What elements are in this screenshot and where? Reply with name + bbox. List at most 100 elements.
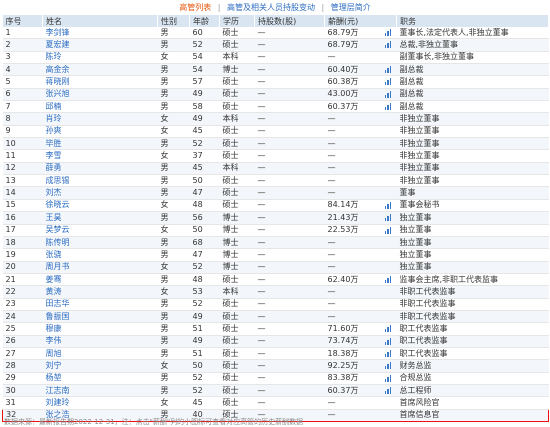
salary-chart-icon[interactable] bbox=[384, 90, 392, 98]
cell-name[interactable]: 王昊 bbox=[42, 211, 158, 225]
salary-chart-icon[interactable] bbox=[384, 337, 392, 345]
cell-name[interactable]: 黄涛 bbox=[42, 285, 158, 299]
cell-name[interactable]: 刘宁 bbox=[42, 359, 158, 373]
cell-index: 4 bbox=[2, 63, 43, 77]
cell-education: 硕士 bbox=[219, 186, 255, 200]
cell-name[interactable]: 成思锡 bbox=[42, 174, 158, 188]
cell-salary: — bbox=[324, 125, 397, 139]
cell-age: 50 bbox=[189, 224, 220, 237]
cell-name[interactable]: 李剑锋 bbox=[42, 27, 158, 40]
table-row: 12 薛勇男 45 本科 — — 非独立董事 bbox=[2, 162, 549, 176]
salary-chart-icon[interactable] bbox=[384, 41, 392, 49]
cell-name[interactable]: 周旭 bbox=[42, 347, 158, 361]
cell-education: 硕士 bbox=[219, 273, 255, 287]
cell-age: 52 bbox=[189, 38, 220, 52]
tab-management-intro[interactable]: 管理层简介 bbox=[331, 3, 371, 12]
cell-age: 68 bbox=[189, 236, 220, 250]
cell-position: 非职工代表监事 bbox=[396, 310, 549, 324]
cell-salary: 73.74万 bbox=[324, 335, 397, 348]
salary-chart-icon[interactable] bbox=[384, 386, 392, 394]
cell-position: 非职工代表监事 bbox=[396, 298, 549, 311]
cell-shares: — bbox=[254, 51, 325, 65]
tab-holding-changes[interactable]: 高管及相关人员持股变动 bbox=[227, 3, 315, 12]
cell-shares: — bbox=[254, 137, 325, 151]
cell-name[interactable]: 李伟 bbox=[42, 335, 158, 348]
cell-name[interactable]: 夏宏建 bbox=[42, 38, 158, 52]
cell-education: 本科 bbox=[219, 162, 255, 176]
cell-name[interactable]: 刘杰 bbox=[42, 186, 158, 200]
cell-salary: — bbox=[324, 396, 397, 410]
cell-name[interactable]: 穆康 bbox=[42, 322, 158, 336]
cell-index: 14 bbox=[2, 186, 43, 200]
salary-chart-icon[interactable] bbox=[384, 66, 392, 74]
cell-gender: 男 bbox=[157, 322, 190, 336]
tab-separator: | bbox=[217, 3, 221, 12]
cell-index: 18 bbox=[2, 236, 43, 250]
col-header-age: 年龄 bbox=[189, 15, 220, 27]
cell-name[interactable]: 姜骞 bbox=[42, 273, 158, 287]
cell-name[interactable]: 张骁 bbox=[42, 248, 158, 262]
cell-name[interactable]: 鲁振国 bbox=[42, 310, 158, 324]
cell-name[interactable]: 蒋晓刚 bbox=[42, 75, 158, 89]
cell-shares: — bbox=[254, 236, 325, 250]
cell-gender: 男 bbox=[157, 174, 190, 188]
cell-age: 48 bbox=[189, 199, 220, 213]
col-header-gender: 性别 bbox=[157, 15, 190, 27]
cell-age: 49 bbox=[189, 310, 220, 324]
cell-age: 47 bbox=[189, 186, 220, 200]
cell-education: 本科 bbox=[219, 51, 255, 65]
cell-name[interactable]: 李雪 bbox=[42, 149, 158, 163]
salary-chart-icon[interactable] bbox=[384, 325, 392, 333]
cell-name[interactable]: 毕胜 bbox=[42, 137, 158, 151]
cell-name[interactable]: 邱楠 bbox=[42, 100, 158, 114]
cell-name[interactable]: 陈玲 bbox=[42, 51, 158, 65]
cell-age: 45 bbox=[189, 162, 220, 176]
cell-salary: — bbox=[324, 51, 397, 65]
cell-name[interactable]: 吴梦云 bbox=[42, 224, 158, 237]
cell-position: 职工代表监事 bbox=[396, 322, 549, 336]
salary-chart-icon[interactable] bbox=[384, 29, 392, 36]
cell-name[interactable]: 周月书 bbox=[42, 261, 158, 274]
cell-salary: 60.37万 bbox=[324, 100, 397, 114]
cell-index: 13 bbox=[2, 174, 43, 188]
cell-age: 56 bbox=[189, 211, 220, 225]
cell-salary: — bbox=[324, 310, 397, 324]
cell-position: 副董事长,非独立董事 bbox=[396, 51, 549, 65]
cell-name[interactable]: 孙爽 bbox=[42, 125, 158, 139]
salary-chart-icon[interactable] bbox=[384, 374, 392, 382]
cell-name[interactable]: 田志华 bbox=[42, 298, 158, 311]
cell-age: 49 bbox=[189, 112, 220, 126]
cell-name[interactable]: 江志南 bbox=[42, 384, 158, 398]
tab-executive-list[interactable]: 高管列表 bbox=[179, 3, 211, 12]
salary-chart-icon[interactable] bbox=[384, 103, 392, 111]
cell-position: 董事长,法定代表人,非独立董事 bbox=[396, 27, 549, 40]
cell-name[interactable]: 陈传明 bbox=[42, 236, 158, 250]
cell-index: 24 bbox=[2, 310, 43, 324]
cell-shares: — bbox=[254, 174, 325, 188]
salary-chart-icon[interactable] bbox=[384, 349, 392, 357]
cell-name[interactable]: 张兴旭 bbox=[42, 88, 158, 102]
salary-chart-icon[interactable] bbox=[384, 226, 392, 234]
table-row: 28 刘宁女 50 硕士 —92.25万 财务总监 bbox=[2, 359, 549, 373]
salary-chart-icon[interactable] bbox=[384, 78, 392, 86]
salary-chart-icon[interactable] bbox=[384, 214, 392, 222]
cell-gender: 男 bbox=[157, 88, 190, 102]
cell-name[interactable]: 肖玲 bbox=[42, 112, 158, 126]
cell-name[interactable]: 薛勇 bbox=[42, 162, 158, 176]
cell-age: 48 bbox=[189, 273, 220, 287]
cell-name[interactable]: 高金余 bbox=[42, 63, 158, 77]
salary-chart-icon[interactable] bbox=[384, 275, 392, 283]
cell-age: 49 bbox=[189, 88, 220, 102]
cell-index: 2 bbox=[2, 38, 43, 52]
cell-gender: 女 bbox=[157, 125, 190, 139]
cell-name[interactable]: 徐晓云 bbox=[42, 199, 158, 213]
cell-education: 硕士 bbox=[219, 88, 255, 102]
salary-chart-icon[interactable] bbox=[384, 201, 392, 209]
cell-gender: 男 bbox=[157, 38, 190, 52]
cell-name[interactable]: 刘建玲 bbox=[42, 396, 158, 410]
salary-chart-icon[interactable] bbox=[384, 362, 392, 370]
table-row: 1 李剑锋男 60 硕士 —68.79万 董事长,法定代表人,非独立董事 bbox=[2, 27, 549, 40]
cell-name[interactable]: 杨堃 bbox=[42, 372, 158, 385]
cell-shares: — bbox=[254, 211, 325, 225]
cell-index: 23 bbox=[2, 298, 43, 311]
